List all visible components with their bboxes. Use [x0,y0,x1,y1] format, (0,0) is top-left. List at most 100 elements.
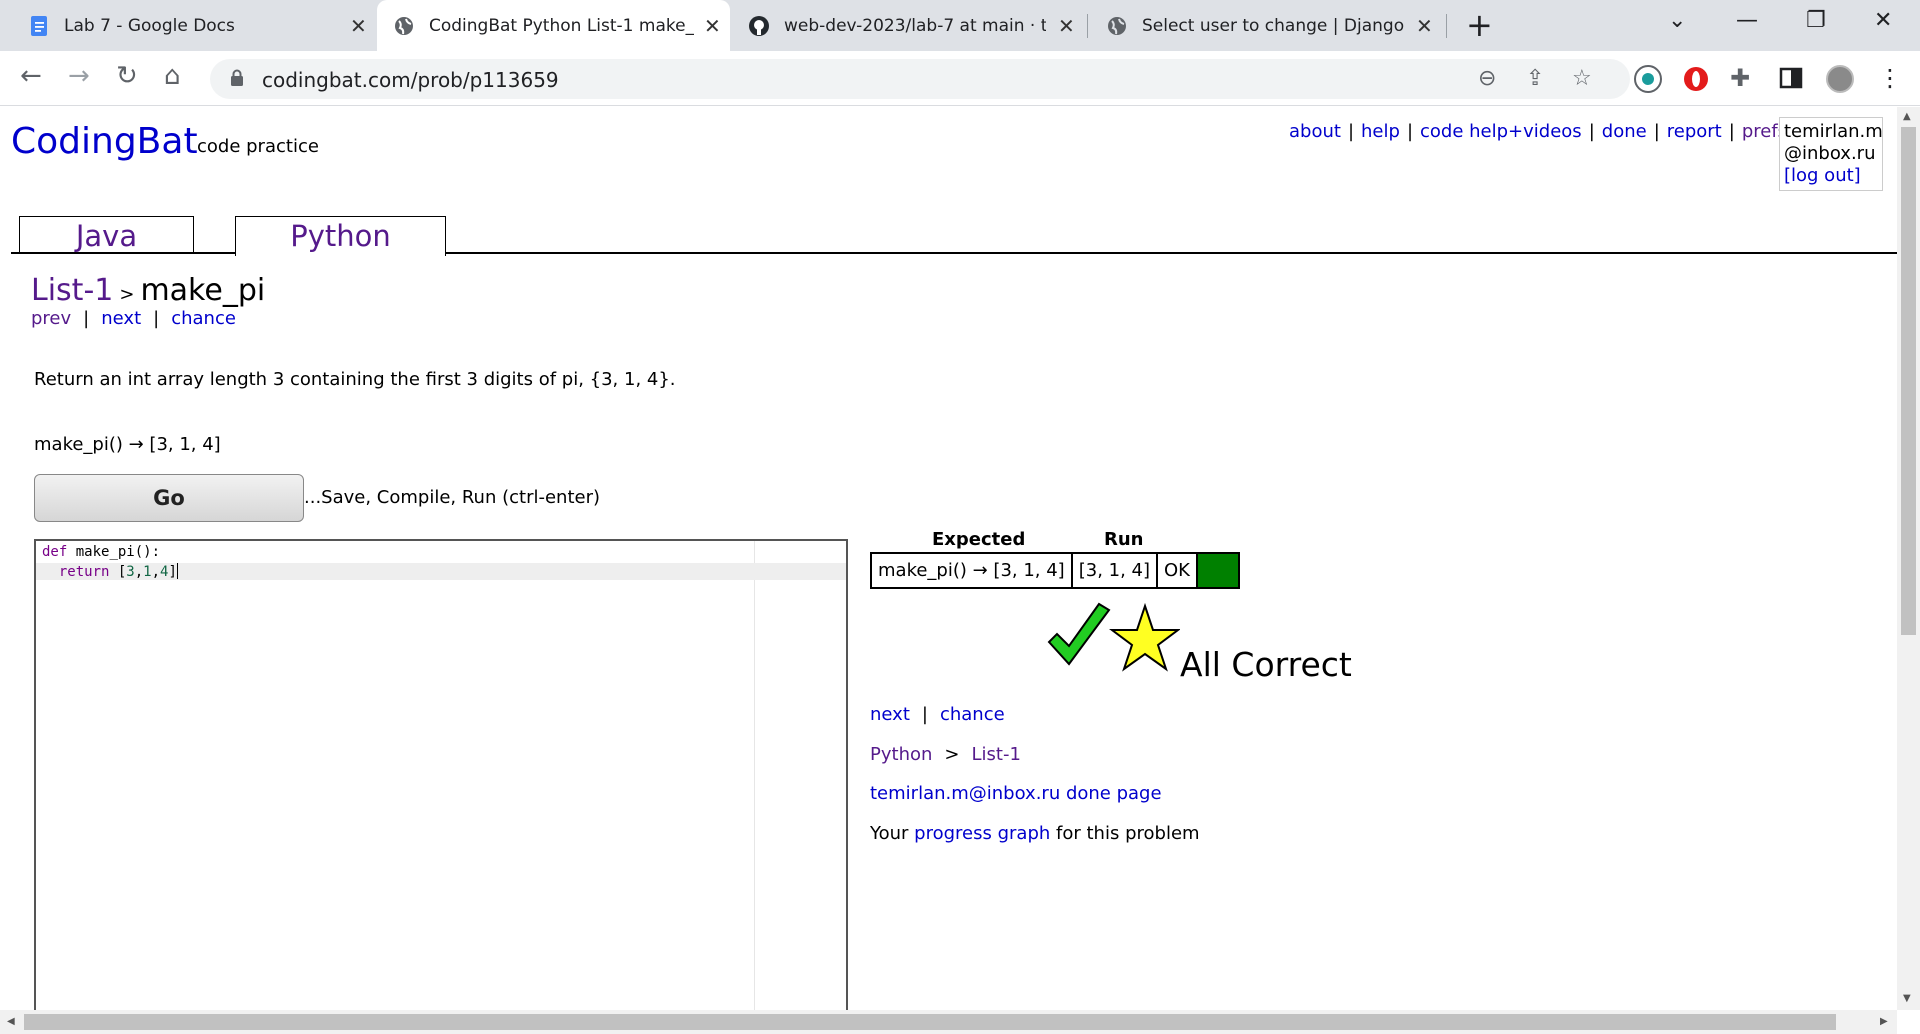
star-icon [1109,602,1181,672]
progress-suffix: for this problem [1056,823,1200,844]
scroll-right-arrow-icon[interactable]: ▶ [1880,1016,1888,1027]
tab-title: CodingBat Python List-1 make_pi [429,15,694,36]
vertical-scroll-thumb[interactable] [1901,127,1916,635]
keyword-return: return [58,564,110,580]
page-content: CodingBat code practice about | help | code … [0,107,1897,1010]
done-link[interactable]: done [1602,121,1647,142]
url-text[interactable]: codingbat.com/prob/p113659 [262,68,559,92]
logout-link[interactable]: [log out] [1784,165,1861,186]
globe-icon [1106,15,1128,37]
close-icon[interactable]: ✕ [350,14,367,38]
progress-row: Your progress graph for this problem [870,823,1200,844]
status-cell: OK [1158,554,1198,587]
user-email-line1: temirlan.m [1784,121,1883,142]
tab-title: web-dev-2023/lab-7 at main · tim [784,15,1046,36]
browser-tab-codingbat[interactable]: CodingBat Python List-1 make_pi ✕ [377,0,730,51]
problem-title: make_pi [140,273,266,308]
scroll-left-arrow-icon[interactable]: ◀ [7,1016,15,1027]
editor-print-margin [754,541,755,1010]
opera-extension-icon[interactable] [1682,65,1710,93]
problem-nav: prev | next | chance [31,308,236,329]
code-number: 1 [143,564,152,580]
chance-link[interactable]: chance [171,308,236,329]
browser-tab-strip: Lab 7 - Google Docs ✕ CodingBat Python L… [0,0,1920,51]
code-help-videos-link[interactable]: code help+videos [1420,121,1582,142]
code-editor[interactable]: def make_pi(): return [3,1,4] [34,539,848,1010]
category-link[interactable]: List-1 [31,273,113,308]
minimize-icon[interactable]: — [1736,8,1758,33]
tab-search-chevron-icon[interactable]: ⌄ [1668,8,1686,33]
user-box: temirlan.m @inbox.ru [log out] [1779,117,1883,191]
breadcrumb-separator: > [944,744,960,765]
verdict-icons [1045,602,1181,676]
next-link[interactable]: next [101,308,141,329]
new-tab-icon[interactable]: + [1466,6,1493,44]
back-arrow-icon[interactable]: ← [20,61,42,91]
tab-python[interactable]: Python [235,216,446,256]
forward-arrow-icon[interactable]: → [68,61,90,91]
site-logo[interactable]: CodingBat [11,121,198,162]
progress-graph-link[interactable]: progress graph [914,823,1050,844]
report-link[interactable]: report [1667,121,1722,142]
browser-tab-github[interactable]: web-dev-2023/lab-7 at main · tim ✕ [730,0,1085,51]
problem-example: make_pi() → [3, 1, 4] [34,434,221,455]
extension-record-icon[interactable] [1634,65,1662,93]
horizontal-scrollbar[interactable]: ◀ ▶ [0,1010,1897,1034]
problem-description: Return an int array length 3 containing … [34,369,676,390]
tab-java[interactable]: Java [19,216,194,254]
tab-title: Select user to change | Django si [1142,15,1404,36]
expected-cell: make_pi() → [3, 1, 4] [872,554,1073,587]
home-icon[interactable]: ⌂ [164,61,181,91]
menu-kebab-icon[interactable]: ⋮ [1878,65,1906,93]
vertical-scrollbar[interactable]: ▲ ▼ [1897,107,1920,1010]
result-breadcrumb: Python > List-1 [870,744,1021,765]
horizontal-scroll-thumb[interactable] [24,1014,1836,1030]
go-button[interactable]: Go [34,474,304,522]
code-text: make_pi(): [67,544,161,560]
run-cell: [3, 1, 4] [1073,554,1159,587]
window-close-icon[interactable]: ✕ [1874,8,1892,33]
browser-tab-django[interactable]: Select user to change | Django si ✕ [1088,0,1443,51]
browser-tab-docs[interactable]: Lab 7 - Google Docs ✕ [0,0,368,51]
next-link[interactable]: next [870,704,910,725]
code-line-1[interactable]: def make_pi(): [42,544,160,560]
tab-separator [1446,14,1447,38]
share-icon[interactable]: ⇪ [1526,66,1544,91]
breadcrumb-separator: > [119,284,135,305]
expected-header: Expected [932,529,1026,550]
about-link[interactable]: about [1289,121,1341,142]
restore-icon[interactable]: ❐ [1806,8,1826,33]
done-page-row: temirlan.m@inbox.ru done page [870,783,1162,804]
globe-icon [393,15,415,37]
scroll-up-arrow-icon[interactable]: ▲ [1903,111,1911,122]
address-bar[interactable]: codingbat.com/prob/p113659 ⊖ ⇪ ☆ [210,59,1630,99]
profile-avatar[interactable] [1826,65,1854,93]
progress-prefix: Your [870,823,909,844]
text-cursor [176,563,178,579]
list-1-link[interactable]: List-1 [972,744,1021,765]
close-icon[interactable]: ✕ [1416,14,1433,38]
close-icon[interactable]: ✕ [704,14,721,38]
python-link[interactable]: Python [870,744,932,765]
done-page-link[interactable]: temirlan.m@inbox.ru done page [870,783,1162,804]
side-panel-icon[interactable] [1778,65,1806,93]
logo-subtitle: code practice [197,136,319,157]
reload-icon[interactable]: ↻ [116,61,138,91]
code-line-2[interactable]: return [3,1,4] [36,563,846,580]
puzzle-extensions-icon[interactable]: ✚ [1730,65,1758,93]
top-links: about | help | code help+videos | done | report |… [1289,121,1788,142]
browser-toolbar: ← → ↻ ⌂ codingbat.com/prob/p113659 ⊖ ⇪ ☆… [0,51,1920,106]
scroll-down-arrow-icon[interactable]: ▼ [1903,993,1911,1004]
bookmark-star-icon[interactable]: ☆ [1572,66,1592,91]
lock-icon[interactable] [230,69,244,87]
close-icon[interactable]: ✕ [1058,14,1075,38]
chance-link[interactable]: chance [940,704,1005,725]
breadcrumb: List-1 > make_pi [31,273,265,308]
results-table: make_pi() → [3, 1, 4] [3, 1, 4] OK [870,552,1240,589]
prev-link[interactable]: prev [31,308,71,329]
code-number: 3 [126,564,135,580]
tab-title: Lab 7 - Google Docs [64,15,235,36]
help-link[interactable]: help [1361,121,1400,142]
zoom-out-icon[interactable]: ⊖ [1478,66,1496,91]
active-tab-gap [236,252,445,254]
